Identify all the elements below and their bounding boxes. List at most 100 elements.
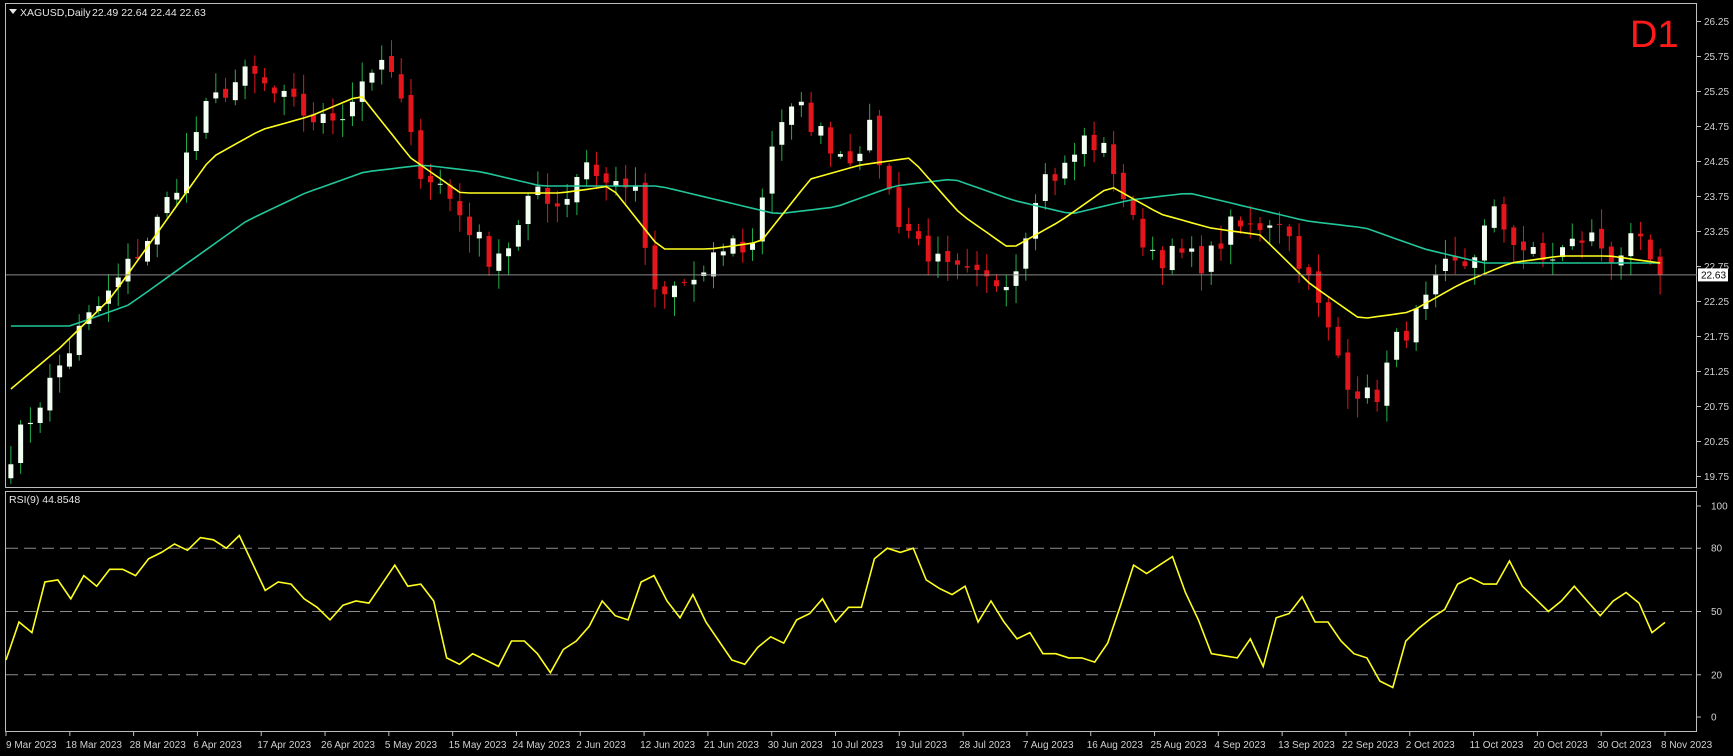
candle-body <box>1218 243 1224 249</box>
candle-body <box>945 251 951 262</box>
candle-body <box>8 464 14 479</box>
time-tick-label: 13 Sep 2023 <box>1278 740 1335 751</box>
candle-body <box>603 173 609 183</box>
time-tick-label: 5 May 2023 <box>385 740 438 751</box>
candle-body <box>506 248 512 257</box>
candle-body <box>1130 200 1136 216</box>
candle-body <box>711 252 717 277</box>
candle-body <box>408 95 414 133</box>
candle-body <box>1159 250 1165 269</box>
price-tick-label: 23.75 <box>1704 192 1729 203</box>
price-tick-label: 20.25 <box>1704 437 1729 448</box>
candle-body <box>164 197 170 214</box>
candle-body <box>1579 240 1585 243</box>
time-tick-label: 21 Jun 2023 <box>704 740 759 751</box>
time-tick-label: 2 Jun 2023 <box>576 740 626 751</box>
candle-body <box>828 127 834 154</box>
candle-body <box>1530 247 1536 254</box>
candle-body <box>1101 142 1107 153</box>
candle-body <box>1413 308 1419 343</box>
candle-body <box>388 56 394 73</box>
price-tick-label: 19.75 <box>1704 472 1729 483</box>
time-tick-label: 6 Apr 2023 <box>193 740 242 751</box>
candle-body <box>1042 174 1048 201</box>
candle-body <box>320 113 326 124</box>
symbol-name: XAGUSD,Daily <box>20 7 91 19</box>
candle-body <box>769 146 775 194</box>
candle-body <box>925 235 931 262</box>
time-tick-label: 19 Jul 2023 <box>895 740 947 751</box>
candle-body <box>398 74 404 99</box>
candle-body <box>1306 267 1312 276</box>
time-tick-label: 28 Jul 2023 <box>959 740 1011 751</box>
candle-body <box>681 281 687 283</box>
candle-body <box>857 153 863 162</box>
price-tick-label: 23.25 <box>1704 227 1729 238</box>
candle-body <box>818 126 824 136</box>
candle-body <box>1462 261 1468 267</box>
candle-body <box>662 286 668 295</box>
candle-body <box>1355 391 1361 399</box>
candle-body <box>671 285 677 298</box>
candle-body <box>66 353 72 367</box>
candle-body <box>223 88 229 98</box>
price-tick-label: 25.75 <box>1704 52 1729 63</box>
chart-window: 26.2525.7525.2524.7524.2523.7523.2522.75… <box>0 0 1733 756</box>
candle-body <box>1589 232 1595 242</box>
candle-body <box>301 93 307 116</box>
candle-body <box>1296 236 1302 269</box>
candle-body <box>574 176 580 203</box>
candle-body <box>691 279 697 285</box>
candle-body <box>1286 226 1292 237</box>
candle-body <box>1325 302 1331 328</box>
candle-body <box>906 224 912 231</box>
candle-body <box>935 253 941 262</box>
rsi-tick-label: 80 <box>1711 544 1723 555</box>
candle-body <box>1520 241 1526 251</box>
candle-body <box>1081 135 1087 155</box>
time-tick-label: 8 Nov 2023 <box>1661 740 1713 751</box>
time-tick-label: 18 Mar 2023 <box>66 740 123 751</box>
candle-body <box>886 165 892 190</box>
price-tick-label: 22.25 <box>1704 297 1729 308</box>
candle-body <box>1569 238 1575 247</box>
candle-body <box>974 264 980 270</box>
candle-body <box>1189 248 1195 252</box>
price-tick-label: 24.75 <box>1704 122 1729 133</box>
candle-body <box>554 203 560 207</box>
candle-body <box>1657 256 1663 275</box>
candle-body <box>379 59 385 70</box>
candle-body <box>213 92 219 99</box>
candle-body <box>37 407 43 424</box>
candle-body <box>476 231 482 239</box>
candle-body <box>1247 223 1253 225</box>
candle-body <box>837 154 843 157</box>
candle-body <box>1394 331 1400 360</box>
price-tick-label: 21.25 <box>1704 367 1729 378</box>
candle-body <box>496 253 502 271</box>
candle-body <box>1003 286 1009 291</box>
rsi-label: RSI(9) 44.8548 <box>9 494 80 506</box>
time-tick-label: 30 Jun 2023 <box>768 740 823 751</box>
candle-body <box>642 182 648 248</box>
time-tick-label: 26 Apr 2023 <box>321 740 375 751</box>
candle-body <box>1638 233 1644 237</box>
candle-body <box>652 245 658 290</box>
candle-body <box>27 422 33 425</box>
candle-body <box>564 198 570 205</box>
candle-body <box>964 266 970 268</box>
ohlc-values: 22.49 22.64 22.44 22.63 <box>92 7 206 19</box>
candle-body <box>1472 257 1478 268</box>
candle-body <box>1140 218 1146 248</box>
price-tick-label: 26.25 <box>1704 17 1729 28</box>
candle-body <box>954 260 960 265</box>
candle-body <box>1433 274 1439 295</box>
price-tick-label: 25.25 <box>1704 87 1729 98</box>
time-tick-label: 12 Jun 2023 <box>640 740 695 751</box>
candle-body <box>271 87 277 94</box>
candle-body <box>203 101 209 133</box>
candle <box>203 97 209 139</box>
candle-body <box>1647 239 1653 260</box>
candle-body <box>759 197 765 242</box>
candle-body <box>291 88 297 97</box>
